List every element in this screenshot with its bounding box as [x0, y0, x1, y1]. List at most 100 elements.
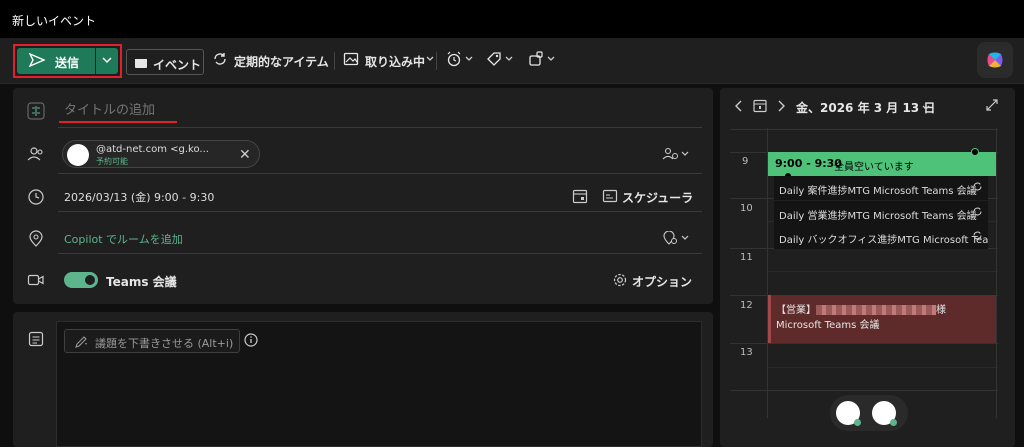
calendar-event-sales[interactable]: 【営業】 様 Microsoft Teams 会議 [768, 295, 996, 343]
repeat-icon [972, 181, 983, 195]
repeat-icon [972, 206, 983, 220]
calendar-event-icon [134, 55, 148, 72]
grid-right-border [996, 128, 997, 418]
pen-sparkle-icon [74, 335, 88, 352]
hour-label: 13 [740, 347, 753, 358]
calendar-event[interactable]: Daily 営業進捗MTG Microsoft Teams 会議 [774, 201, 988, 225]
clock-icon [27, 188, 45, 206]
new-event-time: 9:00 - 9:30 [775, 157, 842, 170]
scheduler-icon [602, 188, 618, 207]
toolbar: 送信 イベント 定期的なアイテム 取り込み中 [0, 38, 1024, 84]
chevron-down-icon [464, 52, 474, 66]
event-type-label: イベント [153, 58, 202, 72]
half-hour-line [768, 271, 998, 272]
options-label: オプション [632, 275, 693, 289]
info-icon[interactable] [244, 333, 258, 350]
calendar-event[interactable]: Daily 案件進捗MTG Microsoft Teams 会議 [774, 176, 988, 200]
toolbar-divider [334, 52, 335, 70]
avatar [67, 144, 89, 166]
resize-handle-top[interactable] [971, 148, 979, 156]
half-hour-line [768, 367, 998, 368]
hour-label: 9 [742, 156, 749, 167]
send-label: 送信 [55, 56, 80, 70]
copilot-button[interactable] [977, 42, 1013, 78]
video-icon [27, 271, 45, 289]
title-bar: 新しいイベント [0, 0, 1024, 38]
attendee-options-button[interactable] [662, 147, 690, 164]
calendar-date[interactable]: 金、2026 年 3 月 13 日 [796, 99, 935, 116]
apps-dropdown[interactable] [528, 50, 558, 72]
repeat-icon [972, 230, 983, 244]
location-icon [27, 230, 45, 248]
tag-icon [486, 51, 502, 70]
send-options-button[interactable] [96, 48, 118, 74]
divider [58, 173, 702, 174]
calendar-header: 金、2026 年 3 月 13 日 [720, 88, 1015, 124]
send-icon [28, 52, 46, 70]
send-highlight: 送信 [13, 44, 122, 78]
location-settings-icon [663, 230, 689, 245]
title-input[interactable] [64, 103, 664, 118]
presence-dot [890, 419, 897, 426]
toolbar-divider [436, 52, 437, 70]
categorize-dropdown[interactable] [486, 50, 516, 72]
send-button[interactable]: 送信 [17, 48, 95, 74]
new-event-block[interactable]: 9:00 - 9:30 全員空いています [768, 152, 996, 176]
previous-day-icon[interactable] [734, 100, 744, 115]
event-title: Daily 案件進捗MTG Microsoft Teams 会議 [779, 186, 977, 197]
presence-dot [854, 419, 861, 426]
event-location: Microsoft Teams 会議 [776, 320, 880, 331]
title-highlight-underline [59, 121, 177, 123]
remove-attendee-icon[interactable]: ✕ [239, 147, 251, 163]
notes-icon [27, 330, 45, 348]
event-type-button[interactable]: イベント [126, 49, 204, 75]
event-title: Daily 営業進捗MTG Microsoft Teams 会議 [779, 211, 977, 222]
attendee-availability: 予約可能 [96, 157, 128, 166]
add-in-icon [528, 51, 544, 70]
calendar-event[interactable]: Daily バックオフィス進捗MTG Microsoft Teams 会 [774, 225, 988, 249]
hour-line [730, 129, 998, 130]
add-room-link[interactable]: Copilot でルームを追加 [64, 231, 183, 247]
divider [58, 211, 702, 212]
reminder-dropdown[interactable] [446, 50, 476, 72]
divider [58, 127, 702, 128]
hour-line [730, 390, 998, 391]
window-title: 新しいイベント [12, 14, 97, 28]
alarm-clock-icon [446, 51, 462, 70]
copilot-icon [987, 52, 1003, 68]
event-datetime[interactable]: 2026/03/13 (金) 9:00 - 9:30 [64, 189, 214, 205]
event-title: Daily バックオフィス進捗MTG Microsoft Teams 会 [779, 235, 988, 246]
chevron-down-icon [546, 52, 556, 66]
calendar-view-icon[interactable] [572, 188, 588, 207]
next-day-icon[interactable] [776, 100, 786, 115]
draft-agenda-label: 議題を下書きさせる (Alt+i) [95, 337, 234, 350]
hour-label: 12 [740, 300, 753, 311]
expand-icon[interactable] [986, 99, 998, 114]
today-icon[interactable] [752, 98, 768, 117]
attendee-chip[interactable]: @atd-net.com <g.ko... 予約可能 ✕ [62, 140, 260, 168]
recurring-label: 定期的なアイテム [234, 55, 329, 69]
room-options-button[interactable] [662, 230, 690, 248]
event-prefix: 【営業】 [776, 305, 816, 316]
chevron-down-icon[interactable] [921, 101, 931, 115]
title-field-icon [27, 102, 45, 120]
chevron-down-icon [102, 57, 112, 64]
event-title-line: 【営業】 様 [776, 301, 946, 316]
draft-agenda-button[interactable]: 議題を下書きさせる (Alt+i) [64, 329, 240, 353]
hour-label: 10 [740, 203, 753, 214]
teams-meeting-toggle[interactable] [64, 272, 98, 288]
teams-meeting-label: Teams 会議 [106, 275, 177, 289]
scheduler-label: スケジューラ [622, 191, 694, 205]
chevron-down-icon [504, 52, 514, 66]
divider [58, 253, 702, 254]
gear-icon [612, 272, 628, 291]
people-settings-icon [662, 147, 689, 160]
attendees-icon [27, 145, 45, 163]
repeat-icon [212, 51, 228, 70]
hour-label: 11 [740, 252, 753, 263]
attendee-avatars[interactable] [830, 395, 908, 431]
busy-label: 取り込み中 [365, 55, 426, 69]
calendar-panel: 金、2026 年 3 月 13 日 9 10 11 12 13 9:00 - 9… [720, 88, 1015, 447]
new-event-status: 全員空いています [834, 162, 914, 173]
redacted-text [816, 305, 936, 315]
